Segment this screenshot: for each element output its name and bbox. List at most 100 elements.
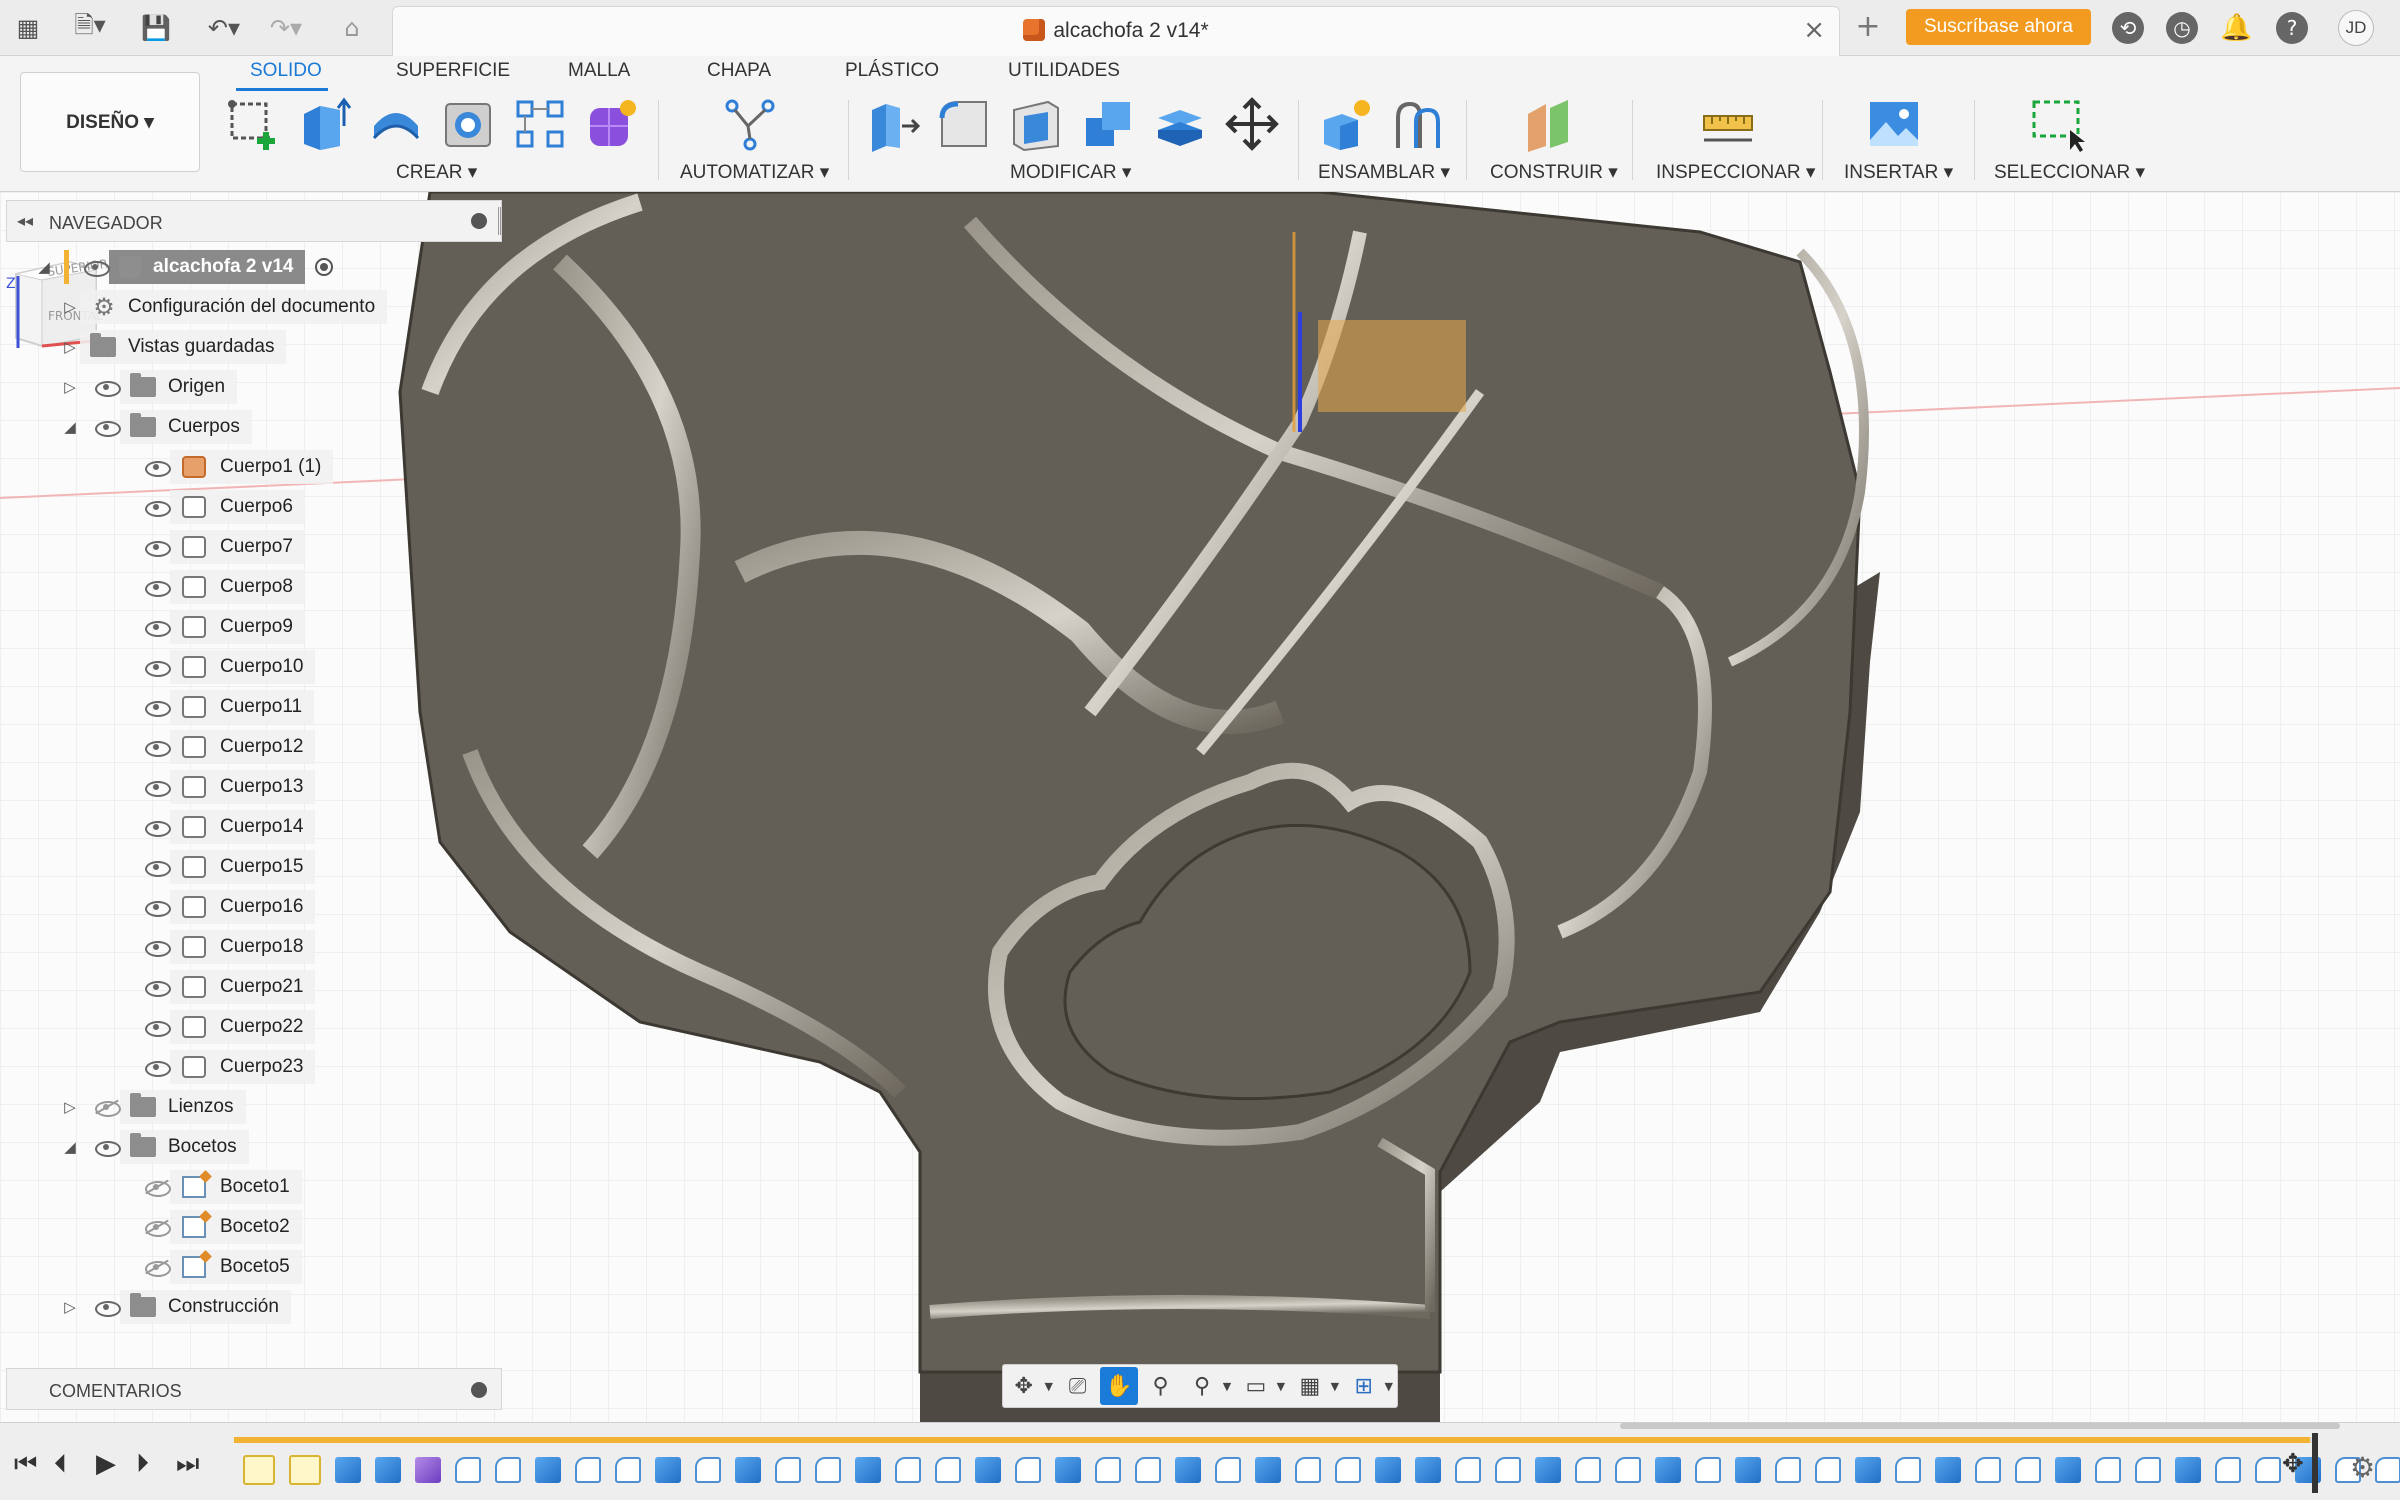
home-icon[interactable]: ⌂ [334, 10, 370, 46]
body-row[interactable]: Cuerpo1 (1) [130, 449, 334, 485]
offset-face-icon[interactable] [1152, 96, 1208, 152]
timeline-extrude-feature[interactable] [1735, 1457, 1761, 1483]
expand-triangle-icon[interactable]: ▷ [60, 298, 80, 316]
body-row[interactable]: Cuerpo18 [130, 929, 316, 965]
timeline-fillet-feature[interactable] [695, 1457, 721, 1483]
timeline-extrude-feature[interactable] [2055, 1457, 2081, 1483]
timeline-extrude-feature[interactable] [1935, 1457, 1961, 1483]
timeline-fillet-feature[interactable] [1455, 1457, 1481, 1483]
timeline-fillet-feature[interactable] [775, 1457, 801, 1483]
expand-triangle-icon[interactable]: ▷ [60, 378, 80, 396]
timeline-fillet-feature[interactable] [1615, 1457, 1641, 1483]
body-row[interactable]: Cuerpo21 [130, 969, 316, 1005]
timeline-marker[interactable] [2312, 1433, 2318, 1493]
press-pull-icon[interactable] [864, 96, 920, 152]
tab-solido[interactable]: SOLIDO [250, 60, 322, 82]
browser-row-config[interactable]: ▷ ⚙ Configuración del documento [60, 289, 388, 325]
combine-icon[interactable] [1080, 96, 1136, 152]
body-row[interactable]: Cuerpo23 [130, 1049, 316, 1085]
new-component-icon[interactable] [1318, 96, 1374, 152]
step-back-icon[interactable]: ⏴ [54, 1449, 67, 1480]
timeline-fillet-feature[interactable] [1575, 1457, 1601, 1483]
revolve-icon[interactable] [368, 96, 424, 152]
browser-row-origin[interactable]: ▷ Origen [60, 369, 238, 405]
tab-plastico[interactable]: PLÁSTICO [845, 60, 939, 82]
play-icon[interactable]: ▶ [96, 1449, 116, 1479]
visibility-eye-icon[interactable] [142, 698, 171, 717]
comments-panel[interactable]: COMENTARIOS [6, 1368, 502, 1410]
move-marker-icon[interactable]: ✥ [2282, 1449, 2304, 1479]
body-row[interactable]: Cuerpo15 [130, 849, 316, 885]
hidden-eye-icon[interactable] [142, 1178, 171, 1197]
subscribe-button[interactable]: Suscríbase ahora [1906, 9, 2091, 45]
timeline-fillet-feature[interactable] [1335, 1457, 1361, 1483]
timeline-extrude-feature[interactable] [1535, 1457, 1561, 1483]
timeline-extrude-feature[interactable] [375, 1457, 401, 1483]
go-to-end-icon[interactable]: ⏭ [176, 1449, 199, 1480]
expand-triangle-icon[interactable]: ▷ [60, 1298, 80, 1316]
chevron-down-icon[interactable]: ▼ [1331, 1380, 1339, 1393]
timeline-extrude-feature[interactable] [855, 1457, 881, 1483]
add-comment-icon[interactable] [471, 1382, 487, 1398]
app-grid-icon[interactable]: ▦ [10, 10, 46, 46]
extensions-icon[interactable]: ⟲ [2112, 12, 2144, 44]
tab-chapa[interactable]: CHAPA [707, 60, 771, 82]
timeline-extrude-feature[interactable] [2175, 1457, 2201, 1483]
visibility-eye-icon[interactable] [142, 858, 171, 877]
timeline-fillet-feature[interactable] [2095, 1457, 2121, 1483]
timeline-extrude-feature[interactable] [1375, 1457, 1401, 1483]
collapse-browser-icon[interactable]: ◂◂ [17, 211, 33, 230]
grid-settings-icon[interactable]: ▦ [1291, 1367, 1328, 1405]
sketch-row[interactable]: Boceto2 [130, 1209, 302, 1245]
timeline-fillet-feature[interactable] [2135, 1457, 2161, 1483]
tab-utilidades[interactable]: UTILIDADES [1008, 60, 1120, 82]
visibility-eye-icon[interactable] [142, 578, 171, 597]
body-row[interactable]: Cuerpo22 [130, 1009, 316, 1045]
sketch-row[interactable]: Boceto5 [130, 1249, 302, 1285]
visibility-eye-icon[interactable] [142, 938, 171, 957]
timeline-settings-gear-icon[interactable]: ⚙ [2350, 1451, 2375, 1484]
browser-row-saved-views[interactable]: ▷ Vistas guardadas [60, 329, 287, 365]
group-seleccionar[interactable]: SELECCIONAR ▾ [1994, 161, 2145, 184]
create-sketch-icon[interactable] [226, 96, 282, 152]
fit-zoom-icon[interactable]: ⚲ [1183, 1367, 1220, 1405]
timeline-fillet-feature[interactable] [1135, 1457, 1161, 1483]
timeline-sketch-feature[interactable] [289, 1455, 321, 1485]
timeline-extrude-feature[interactable] [1255, 1457, 1281, 1483]
timeline-extrude-feature[interactable] [975, 1457, 1001, 1483]
visibility-eye-icon[interactable] [142, 1018, 171, 1037]
timeline-fillet-feature[interactable] [1495, 1457, 1521, 1483]
visibility-eye-icon[interactable] [92, 418, 121, 437]
create-form-icon[interactable] [584, 96, 640, 152]
help-icon[interactable]: ? [2276, 12, 2308, 44]
tab-malla[interactable]: MALLA [568, 60, 630, 82]
timeline-extrude-feature[interactable] [1055, 1457, 1081, 1483]
body-row[interactable]: Cuerpo7 [130, 529, 305, 565]
document-tab[interactable]: alcachofa 2 v14* × [392, 6, 1840, 56]
body-row[interactable]: Cuerpo10 [130, 649, 316, 685]
avatar[interactable]: JD [2338, 10, 2374, 46]
hidden-eye-icon[interactable] [92, 1098, 121, 1117]
save-icon[interactable]: 💾 [138, 10, 174, 46]
group-crear[interactable]: CREAR ▾ [396, 161, 477, 184]
timeline-fillet-feature[interactable] [455, 1457, 481, 1483]
visibility-eye-icon[interactable] [92, 378, 121, 397]
timeline-fillet-feature[interactable] [1015, 1457, 1041, 1483]
timeline-fillet-feature[interactable] [575, 1457, 601, 1483]
timeline-fillet-feature[interactable] [895, 1457, 921, 1483]
timeline-fillet-feature[interactable] [1775, 1457, 1801, 1483]
offset-plane-icon[interactable] [1522, 96, 1578, 152]
timeline-extrude-feature[interactable] [655, 1457, 681, 1483]
fillet-icon[interactable] [936, 96, 992, 152]
visibility-eye-icon[interactable] [142, 778, 171, 797]
body-row[interactable]: Cuerpo11 [130, 689, 315, 725]
browser-row-sketches[interactable]: ◢ Bocetos [60, 1129, 249, 1165]
notifications-icon[interactable]: 🔔 [2220, 12, 2252, 44]
timeline-extrude-feature[interactable] [335, 1457, 361, 1483]
timeline-fillet-feature[interactable] [815, 1457, 841, 1483]
move-copy-icon[interactable] [1224, 96, 1280, 152]
pan-hand-icon[interactable]: ✋ [1100, 1367, 1138, 1405]
redo-icon[interactable]: ↷▾ [258, 10, 314, 46]
visibility-eye-icon[interactable] [142, 738, 171, 757]
timeline-fillet-feature[interactable] [1815, 1457, 1841, 1483]
